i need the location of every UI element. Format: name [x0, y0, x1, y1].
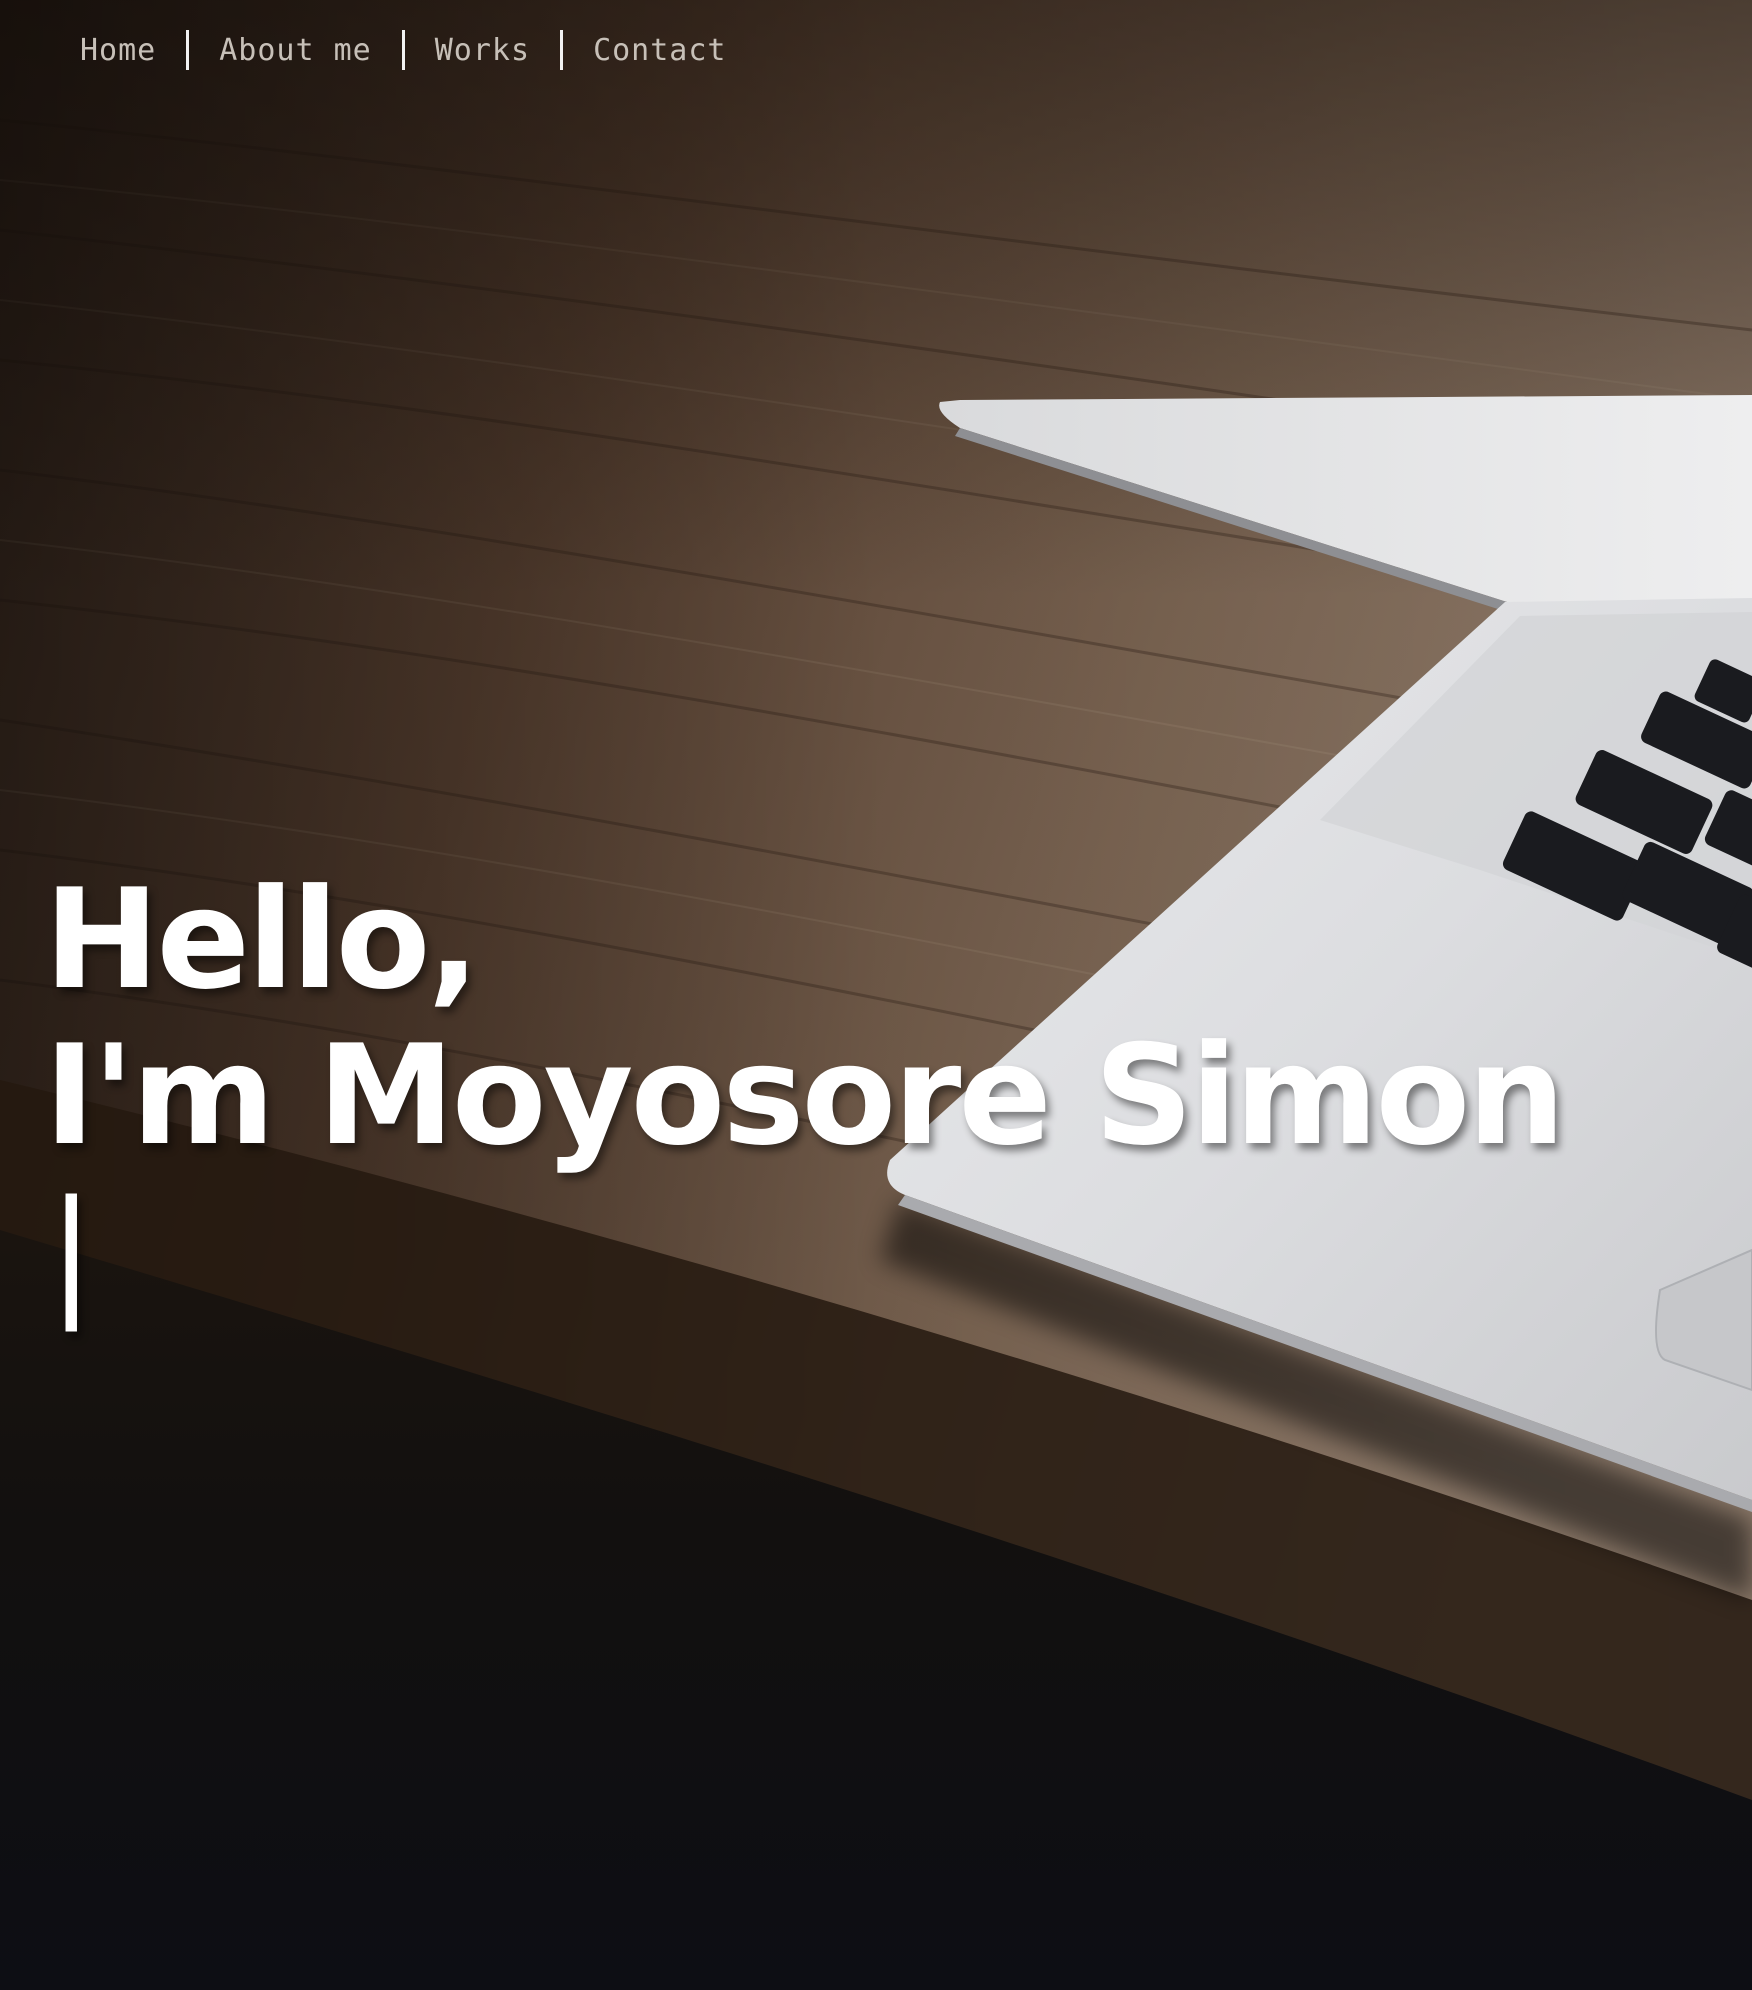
hero-intro-prefix: I'm	[44, 1015, 318, 1176]
nav-divider	[401, 30, 405, 70]
nav-divider	[560, 30, 564, 70]
main-nav: Home About me Works Contact	[80, 26, 727, 74]
hero-headline: Hello, I'm Moyosore Simon |	[44, 859, 1566, 1332]
nav-link-contact[interactable]: Contact	[593, 33, 726, 68]
nav-link-home[interactable]: Home	[80, 33, 156, 68]
hero-intro-line: I'm Moyosore Simon |	[44, 1015, 1566, 1332]
nav-divider	[186, 30, 190, 70]
hero-name: Moyosore Simon	[317, 1015, 1565, 1176]
hero-section: Home About me Works Contact Hello, I'm M…	[0, 0, 1752, 1990]
hero-greeting: Hello,	[44, 859, 480, 1020]
typing-cursor: |	[48, 1171, 95, 1332]
nav-link-works[interactable]: Works	[435, 33, 530, 68]
nav-link-about-me[interactable]: About me	[219, 33, 372, 68]
